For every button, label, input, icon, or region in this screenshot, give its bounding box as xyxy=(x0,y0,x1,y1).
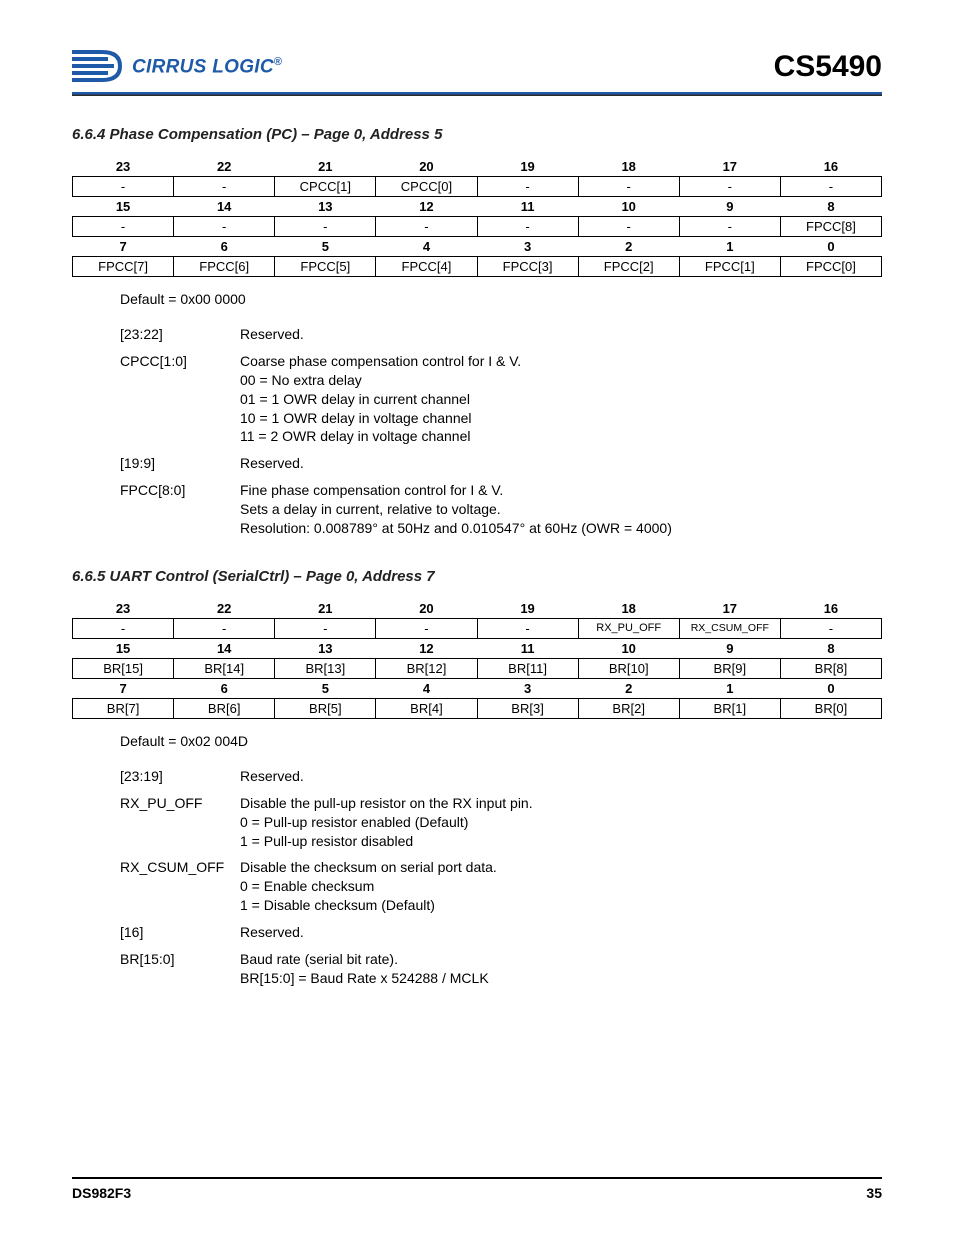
desc-row: [19:9]Reserved. xyxy=(120,454,882,473)
desc-row: FPCC[8:0]Fine phase compensation control… xyxy=(120,481,882,538)
section-heading-664: 6.6.4 Phase Compensation (PC) – Page 0, … xyxy=(72,126,882,143)
brand-logo: CIRRUS LOGIC® xyxy=(72,48,282,86)
table-row: BR[7]BR[6]BR[5]BR[4]BR[3]BR[2]BR[1]BR[0] xyxy=(73,698,882,718)
page-header: CIRRUS LOGIC® CS5490 xyxy=(72,48,882,86)
header-rule xyxy=(72,92,882,96)
section-heading-665: 6.6.5 UART Control (SerialCtrl) – Page 0… xyxy=(72,568,882,585)
bit-table-664: 2322212019181716 --CPCC[1]CPCC[0]---- 15… xyxy=(72,157,882,277)
table-row: 15141312111098 xyxy=(73,638,882,658)
page-footer: DS982F3 35 xyxy=(72,1177,882,1201)
default-value-664: Default = 0x00 0000 xyxy=(120,291,882,307)
table-row: 76543210 xyxy=(73,678,882,698)
desc-row: CPCC[1:0]Coarse phase compensation contr… xyxy=(120,352,882,446)
desc-row: RX_CSUM_OFFDisable the checksum on seria… xyxy=(120,858,882,915)
page-number: 35 xyxy=(866,1185,882,1201)
desc-row: [23:19]Reserved. xyxy=(120,767,882,786)
table-row: 76543210 xyxy=(73,237,882,257)
description-list-665: [23:19]Reserved. RX_PU_OFFDisable the pu… xyxy=(120,767,882,988)
table-row: --CPCC[1]CPCC[0]---- xyxy=(73,177,882,197)
table-row: FPCC[7]FPCC[6]FPCC[5]FPCC[4]FPCC[3]FPCC[… xyxy=(73,257,882,277)
logo-mark-icon xyxy=(72,48,124,86)
desc-row: [16]Reserved. xyxy=(120,923,882,942)
footer-rule xyxy=(72,1177,882,1179)
table-row: 15141312111098 xyxy=(73,197,882,217)
desc-row: [23:22]Reserved. xyxy=(120,325,882,344)
default-value-665: Default = 0x02 004D xyxy=(120,733,882,749)
page: CIRRUS LOGIC® CS5490 6.6.4 Phase Compens… xyxy=(0,0,954,1235)
part-number: CS5490 xyxy=(774,50,882,84)
table-row: -----RX_PU_OFFRX_CSUM_OFF- xyxy=(73,618,882,638)
desc-row: BR[15:0]Baud rate (serial bit rate). BR[… xyxy=(120,950,882,988)
table-row: 2322212019181716 xyxy=(73,599,882,619)
doc-id: DS982F3 xyxy=(72,1185,131,1201)
table-row: 2322212019181716 xyxy=(73,157,882,177)
bit-table-665: 2322212019181716 -----RX_PU_OFFRX_CSUM_O… xyxy=(72,599,882,719)
brand-text: CIRRUS LOGIC® xyxy=(132,56,282,78)
table-row: -------FPCC[8] xyxy=(73,217,882,237)
description-list-664: [23:22]Reserved. CPCC[1:0]Coarse phase c… xyxy=(120,325,882,538)
desc-row: RX_PU_OFFDisable the pull-up resistor on… xyxy=(120,794,882,851)
table-row: BR[15]BR[14]BR[13]BR[12]BR[11]BR[10]BR[9… xyxy=(73,658,882,678)
